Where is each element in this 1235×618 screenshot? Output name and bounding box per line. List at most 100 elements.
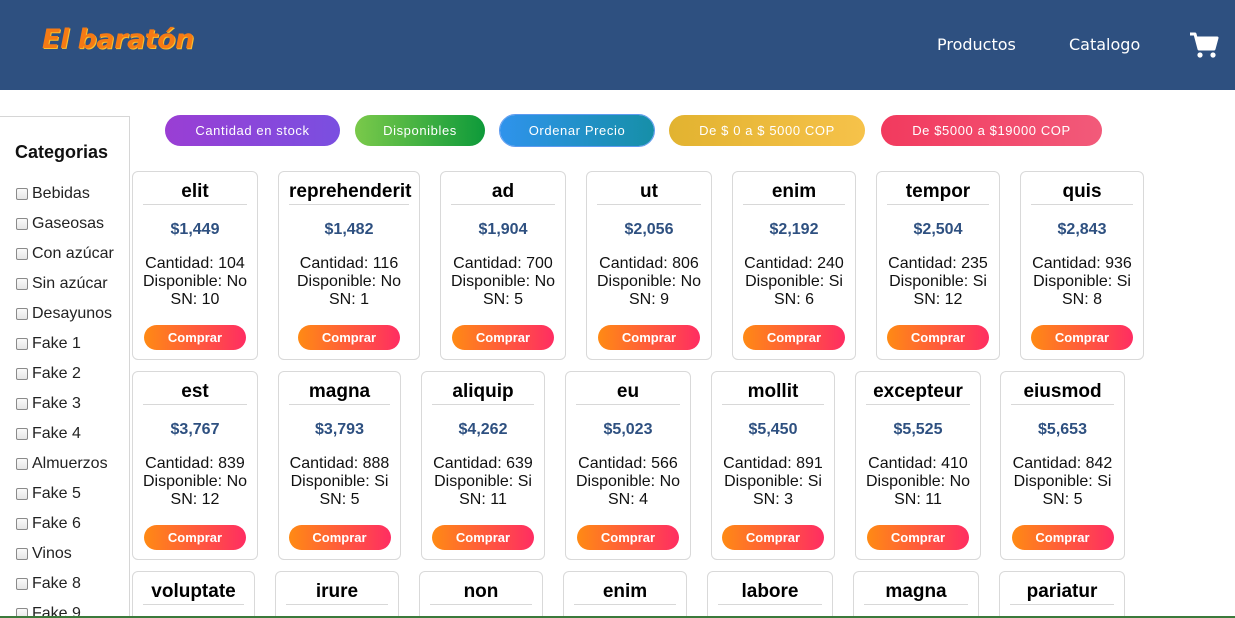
category-checkbox[interactable]	[16, 188, 28, 200]
product-price: $1,482	[324, 221, 374, 238]
category-item[interactable]: Fake 1	[16, 335, 114, 365]
product-sn: SN: 1	[328, 291, 370, 308]
nav-productos[interactable]: Productos	[937, 35, 1016, 54]
buy-button[interactable]: Comprar	[743, 325, 845, 350]
product-card: pariatur	[999, 571, 1125, 618]
product-availability: Disponible: No	[142, 273, 248, 290]
category-checkbox[interactable]	[16, 518, 28, 530]
top-navbar: El baratón Productos Catalogo	[0, 0, 1235, 90]
category-label: Gaseosas	[32, 215, 105, 232]
category-checkbox[interactable]	[16, 428, 28, 440]
product-card: ut $2,056 Cantidad: 806 Disponible: No SN: 9…	[586, 171, 712, 360]
category-label: Bebidas	[32, 185, 90, 202]
category-item[interactable]: Fake 4	[16, 425, 114, 455]
category-checkbox[interactable]	[16, 338, 28, 350]
product-availability: Disponible: Si	[724, 473, 822, 490]
product-card: magna $3,793 Cantidad: 888 Disponible: Si SN…	[278, 371, 401, 560]
category-checkbox[interactable]	[16, 278, 28, 290]
category-checkbox[interactable]	[16, 548, 28, 560]
product-quantity: Cantidad: 410	[868, 455, 968, 472]
product-card: excepteur $5,525 Cantidad: 410 Disponible: …	[855, 371, 981, 560]
product-price: $3,767	[170, 421, 220, 438]
product-card: aliquip $4,262 Cantidad: 639 Disponible: Si…	[421, 371, 545, 560]
product-availability: Disponible: Si	[1013, 473, 1112, 490]
category-item[interactable]: Con azúcar	[16, 245, 114, 275]
filter-price-range-low-button[interactable]: De $ 0 a $ 5000 COP	[669, 115, 865, 146]
product-info: Cantidad: 891 Disponible: Si SN: 3	[712, 455, 834, 509]
product-availability: Disponible: Si	[290, 473, 389, 490]
product-info: Cantidad: 235 Disponible: Si SN: 12	[877, 255, 999, 309]
buy-button[interactable]: Comprar	[1031, 325, 1133, 350]
category-item[interactable]: Sin azúcar	[16, 275, 114, 305]
category-item[interactable]: Almuerzos	[16, 455, 114, 485]
buy-button[interactable]: Comprar	[432, 525, 534, 550]
category-item[interactable]: Fake 8	[16, 575, 114, 605]
category-checkbox[interactable]	[16, 368, 28, 380]
category-label: Desayunos	[32, 305, 113, 322]
category-item[interactable]: Bebidas	[16, 185, 114, 215]
category-checkbox[interactable]	[16, 578, 28, 590]
buy-button[interactable]: Comprar	[288, 525, 391, 550]
buy-button[interactable]: Comprar	[867, 525, 969, 550]
product-name: ut	[597, 182, 701, 205]
category-sidebar: Categorias Bebidas Gaseosas Con azúcar Sin …	[0, 116, 130, 618]
cart-icon[interactable]	[1189, 31, 1219, 59]
product-quantity: Cantidad: 235	[888, 255, 988, 272]
product-card: mollit $5,450 Cantidad: 891 Disponible: Si S…	[711, 371, 835, 560]
nav-catalogo[interactable]: Catalogo	[1069, 35, 1140, 54]
product-info: Cantidad: 240 Disponible: Si SN: 6	[733, 255, 855, 309]
product-sn: SN: 5	[319, 491, 360, 508]
product-sn: SN: 5	[1042, 491, 1083, 508]
product-availability: Disponible: Si	[889, 273, 987, 290]
product-name: labore	[718, 582, 822, 605]
product-card: reprehenderit $1,482 Cantidad: 116 Disponib…	[278, 171, 420, 360]
product-info: Cantidad: 410 Disponible: No SN: 11	[856, 455, 980, 509]
product-info: Cantidad: 116 Disponible: No SN: 1	[279, 255, 419, 309]
product-sn: SN: 6	[773, 291, 815, 308]
category-item[interactable]: Vinos	[16, 545, 114, 575]
product-name: elit	[143, 182, 247, 205]
product-price: $2,504	[913, 221, 963, 238]
category-item[interactable]: Gaseosas	[16, 215, 114, 245]
logo[interactable]: El baratón	[42, 24, 194, 55]
buy-button[interactable]: Comprar	[577, 525, 679, 550]
category-checkbox[interactable]	[16, 248, 28, 260]
product-info: Cantidad: 104 Disponible: No SN: 10	[133, 255, 257, 309]
buy-button[interactable]: Comprar	[598, 325, 700, 350]
category-item[interactable]: Fake 5	[16, 485, 114, 515]
filter-available-button[interactable]: Disponibles	[355, 115, 485, 146]
product-availability: Disponible: Si	[434, 473, 532, 490]
product-info: Cantidad: 842 Disponible: Si SN: 5	[1001, 455, 1124, 509]
category-checkbox[interactable]	[16, 458, 28, 470]
category-label: Fake 4	[32, 425, 81, 442]
product-quantity: Cantidad: 806	[599, 255, 699, 272]
category-checkbox[interactable]	[16, 218, 28, 230]
filter-price-range-high-button[interactable]: De $5000 a $19000 COP	[881, 115, 1102, 146]
category-item[interactable]: Desayunos	[16, 305, 114, 335]
filter-stock-button[interactable]: Cantidad en stock	[165, 115, 340, 146]
buy-button[interactable]: Comprar	[144, 325, 246, 350]
product-name: excepteur	[866, 382, 970, 405]
sidebar-title: Categorias	[15, 142, 109, 162]
buy-button[interactable]: Comprar	[298, 325, 400, 350]
category-label: Fake 2	[32, 365, 81, 382]
sort-price-button[interactable]: Ordenar Precio	[499, 114, 655, 147]
product-info: Cantidad: 936 Disponible: Si SN: 8	[1021, 255, 1143, 309]
category-item[interactable]: Fake 3	[16, 395, 114, 425]
category-label: Fake 1	[32, 335, 81, 352]
category-item[interactable]: Fake 2	[16, 365, 114, 395]
buy-button[interactable]: Comprar	[722, 525, 824, 550]
product-name: tempor	[887, 182, 989, 205]
product-sn: SN: 10	[170, 291, 220, 308]
product-quantity: Cantidad: 842	[1012, 455, 1113, 472]
buy-button[interactable]: Comprar	[1011, 525, 1114, 550]
product-sn: SN: 12	[170, 491, 220, 508]
buy-button[interactable]: Comprar	[452, 325, 554, 350]
buy-button[interactable]: Comprar	[144, 525, 246, 550]
buy-button[interactable]: Comprar	[887, 325, 989, 350]
category-checkbox[interactable]	[16, 488, 28, 500]
product-sn: SN: 9	[628, 291, 670, 308]
category-item[interactable]: Fake 6	[16, 515, 114, 545]
category-checkbox[interactable]	[16, 398, 28, 410]
category-checkbox[interactable]	[16, 308, 28, 320]
